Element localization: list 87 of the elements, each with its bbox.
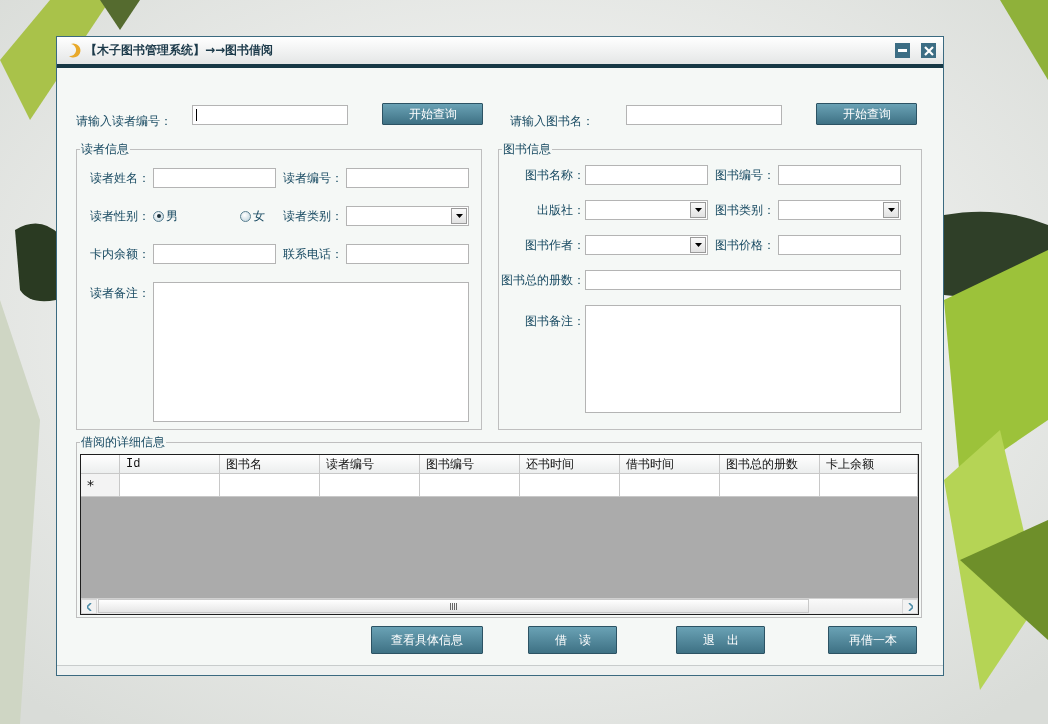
radio-label[interactable]: 男 — [166, 207, 178, 225]
field-label: 图书价格： — [715, 236, 776, 254]
field-label: 图书名称： — [524, 166, 585, 184]
close-icon — [923, 45, 934, 56]
field-label: 图书作者： — [524, 236, 585, 254]
horizontal-scrollbar[interactable] — [81, 598, 918, 614]
window-title: 【木子图书管理系统】→→图书借阅 — [85, 42, 275, 59]
input-field[interactable] — [778, 165, 901, 185]
column-header[interactable]: 图书总的册数 — [720, 455, 820, 474]
input-field[interactable] — [153, 168, 276, 188]
column-header[interactable]: 图书编号 — [420, 455, 520, 474]
chevron-left-icon — [86, 602, 92, 611]
text-area[interactable] — [585, 305, 901, 413]
table-cell[interactable] — [620, 474, 720, 497]
column-header[interactable]: 还书时间 — [520, 455, 620, 474]
field-label: 读者性别： — [90, 207, 151, 225]
field-label: 图书编号： — [715, 166, 776, 184]
field-label: 图书备注： — [524, 313, 585, 330]
table-cell[interactable] — [720, 474, 820, 497]
caret-icon — [455, 214, 463, 218]
input-field[interactable] — [778, 235, 901, 255]
grip-icon — [449, 602, 458, 610]
group-title: 图书信息 — [502, 143, 552, 156]
field-label: 请输入读者编号： — [76, 114, 173, 128]
group-title: 读者信息 — [80, 143, 130, 156]
field-label: 读者姓名： — [90, 169, 151, 187]
column-header[interactable]: 图书名 — [220, 455, 320, 474]
data-grid[interactable]: Id 图书名 读者编号 图书编号 还书时间 借书时间 图书总的册数 卡上余额 * — [80, 454, 919, 615]
scroll-right-button[interactable] — [902, 599, 918, 614]
dropdown-button[interactable] — [690, 237, 706, 253]
table-cell[interactable] — [120, 474, 220, 497]
chevron-right-icon — [907, 602, 913, 611]
action-button[interactable]: 查看具体信息 — [371, 626, 483, 654]
text-cursor — [196, 109, 197, 121]
dropdown-field[interactable] — [585, 200, 708, 220]
group-title: 借阅的详细信息 — [80, 436, 166, 449]
field-label: 读者编号： — [283, 169, 344, 187]
dropdown-field[interactable] — [346, 206, 469, 226]
search-button[interactable]: 开始查询 — [816, 103, 917, 125]
input-field[interactable] — [585, 165, 708, 185]
column-header[interactable]: 读者编号 — [320, 455, 420, 474]
search-button[interactable]: 开始查询 — [382, 103, 483, 125]
field-label: 卡内余额： — [90, 245, 151, 263]
minimize-icon — [898, 49, 907, 52]
scroll-left-button[interactable] — [81, 599, 97, 614]
caret-icon — [694, 243, 702, 247]
input-field[interactable] — [346, 244, 469, 264]
table-cell[interactable] — [420, 474, 520, 497]
radio-button[interactable] — [153, 210, 164, 222]
action-button[interactable]: 借 读 — [528, 626, 617, 654]
close-button[interactable] — [921, 43, 936, 58]
moon-icon — [67, 43, 81, 58]
caret-icon — [887, 208, 895, 212]
action-button[interactable]: 再借一本 — [828, 626, 917, 654]
field-label: 读者类别： — [283, 207, 344, 225]
radio-button[interactable] — [240, 210, 251, 222]
column-header[interactable]: 借书时间 — [620, 455, 720, 474]
field-label: 出版社： — [536, 201, 585, 219]
field-label: 请输入图书名： — [510, 114, 595, 128]
field-label: 图书类别： — [715, 201, 776, 219]
field-label: 图书总的册数： — [500, 271, 585, 289]
table-cell[interactable] — [220, 474, 320, 497]
minimize-button[interactable] — [895, 43, 910, 58]
row-header: * — [81, 474, 120, 497]
input-field[interactable] — [153, 244, 276, 264]
action-button[interactable]: 退 出 — [676, 626, 765, 654]
field-label: 联系电话： — [283, 245, 344, 263]
text-area[interactable] — [153, 282, 469, 422]
column-header[interactable]: 卡上余额 — [820, 455, 918, 474]
column-header[interactable]: Id — [120, 455, 220, 474]
field-label: 读者备注： — [90, 285, 151, 302]
table-cell[interactable] — [520, 474, 620, 497]
dropdown-button[interactable] — [690, 202, 706, 218]
corner-cell — [81, 455, 120, 474]
scroll-thumb[interactable] — [98, 599, 809, 613]
dropdown-field[interactable] — [778, 200, 901, 220]
table-cell[interactable] — [320, 474, 420, 497]
input-field[interactable] — [585, 270, 901, 290]
dropdown-button[interactable] — [883, 202, 899, 218]
radio-label[interactable]: 女 — [253, 207, 265, 225]
table-cell[interactable] — [820, 474, 918, 497]
input-field[interactable] — [346, 168, 469, 188]
dropdown-button[interactable] — [451, 208, 467, 224]
caret-icon — [694, 208, 702, 212]
input-field[interactable] — [626, 105, 782, 125]
input-field[interactable] — [192, 105, 348, 125]
dropdown-field[interactable] — [585, 235, 708, 255]
